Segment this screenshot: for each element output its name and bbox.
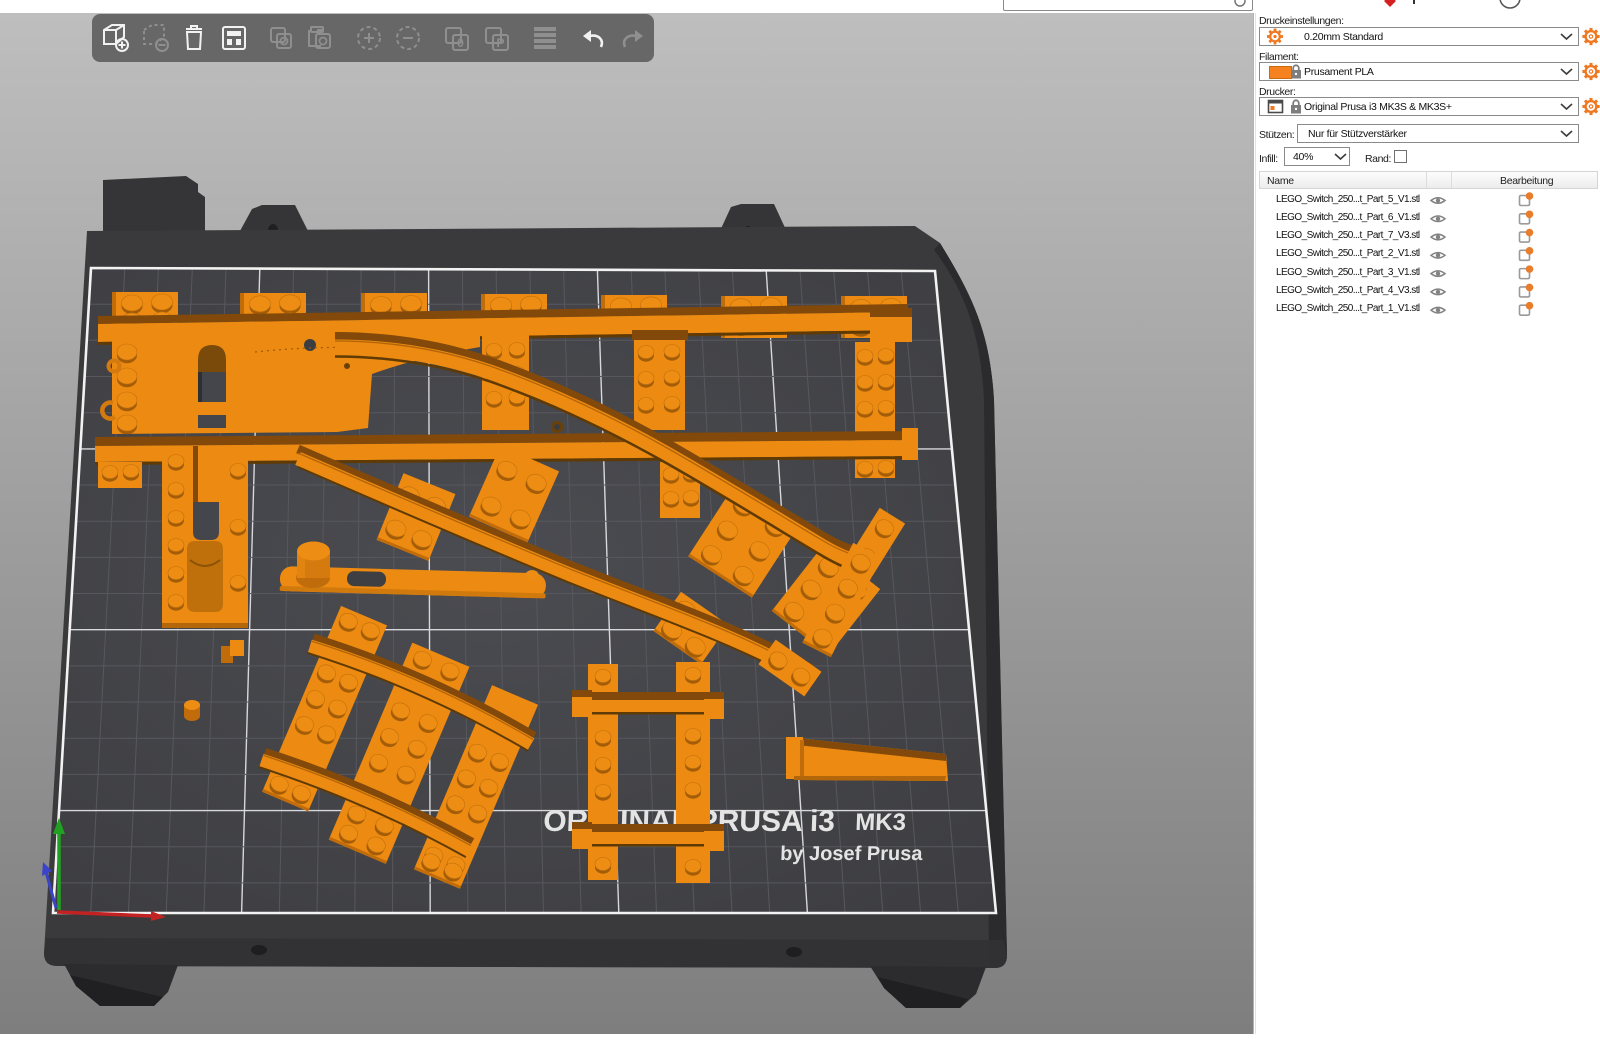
svg-text:0: 0 — [457, 36, 464, 50]
svg-text:P: P — [496, 36, 504, 50]
svg-text:MK3: MK3 — [855, 809, 907, 836]
svg-text:by Josef Prusa: by Josef Prusa — [780, 843, 924, 865]
